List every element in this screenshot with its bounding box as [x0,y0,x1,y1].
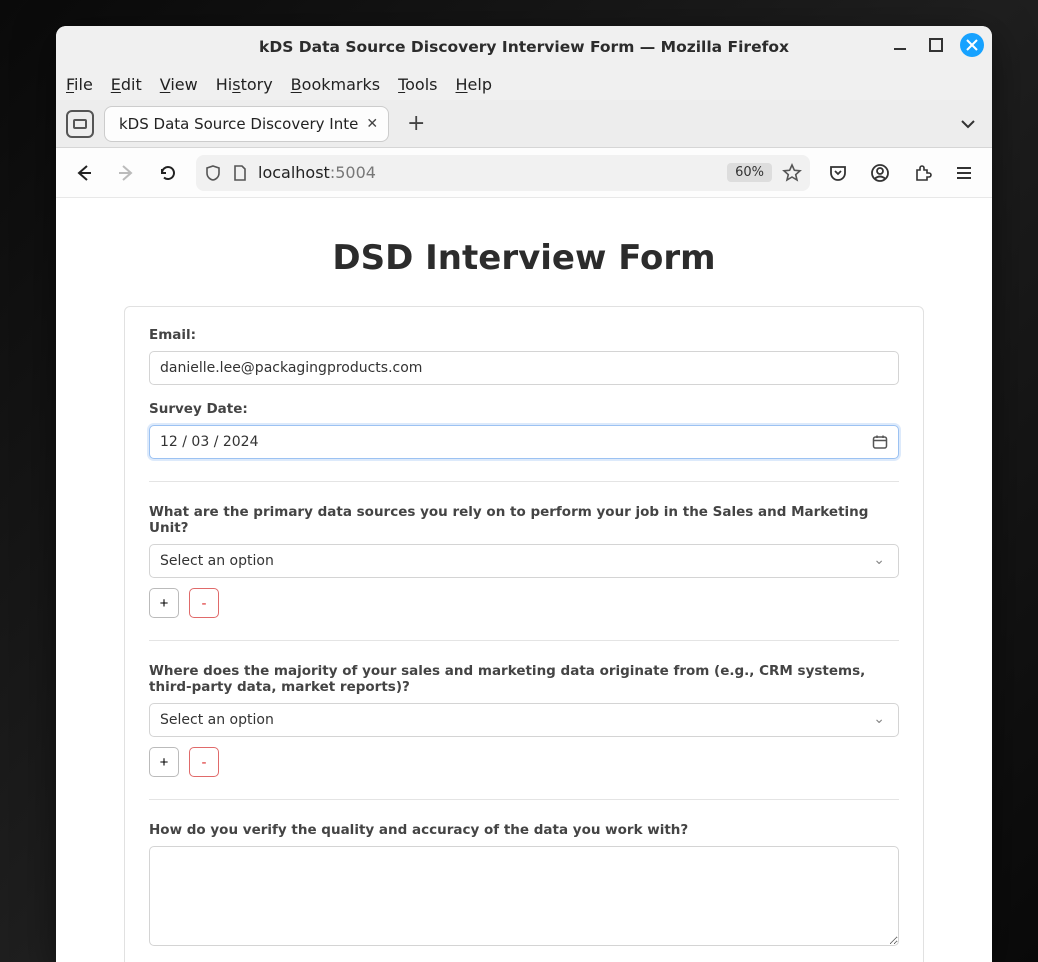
hamburger-icon [955,164,973,182]
divider [149,481,899,482]
tab-title: kDS Data Source Discovery Inte [119,115,358,133]
date-value: 12 / 03 / 2024 [160,434,259,450]
url-bar[interactable]: localhost:5004 60% [196,155,810,191]
field-email: Email: [149,327,899,385]
label-date: Survey Date: [149,401,899,417]
window-titlebar: kDS Data Source Discovery Interview Form… [56,26,992,68]
firefox-window: kDS Data Source Discovery Interview Form… [56,26,992,962]
window-maximize-button[interactable] [924,33,948,57]
new-tab-button[interactable]: + [399,111,433,136]
reload-icon [158,163,178,183]
nav-toolbar: localhost:5004 60% [56,148,992,198]
survey-date-input[interactable]: 12 / 03 / 2024 [149,425,899,459]
q1-pm-row: + - [149,588,899,618]
pocket-icon [828,163,848,183]
close-icon [966,39,978,51]
arrow-right-icon [116,163,136,183]
q2-add-button[interactable]: + [149,747,179,777]
maximize-icon [929,38,943,52]
q1-add-button[interactable]: + [149,588,179,618]
url-text: localhost:5004 [258,163,376,182]
q1-remove-button[interactable]: - [189,588,219,618]
field-date: Survey Date: 12 / 03 / 2024 [149,401,899,459]
form-card: Email: Survey Date: 12 / 03 / 2024 What … [124,306,924,962]
menu-file[interactable]: File [66,75,93,94]
field-q2: Where does the majority of your sales an… [149,663,899,777]
window-icon [73,119,87,129]
minimize-icon [892,37,908,53]
divider [149,640,899,641]
label-q3: How do you verify the quality and accura… [149,822,899,838]
url-host: localhost [258,163,330,182]
q3-textarea[interactable] [149,846,899,946]
q2-remove-button[interactable]: - [189,747,219,777]
calendar-icon [872,434,888,450]
recent-browsing-button[interactable] [66,110,94,138]
field-q1: What are the primary data sources you re… [149,504,899,618]
divider [149,799,899,800]
back-button[interactable] [70,159,98,187]
menu-view[interactable]: View [160,75,198,94]
shield-icon [204,164,222,182]
menu-tools[interactable]: Tools [398,75,437,94]
window-title: kDS Data Source Discovery Interview Form… [56,38,992,56]
menu-history[interactable]: History [216,75,273,94]
menu-help[interactable]: Help [456,75,492,94]
q2-select[interactable]: Select an option [149,703,899,737]
label-q1: What are the primary data sources you re… [149,504,899,536]
arrow-left-icon [74,163,94,183]
menu-bookmarks[interactable]: Bookmarks [291,75,380,94]
menubar: File Edit View History Bookmarks Tools H… [56,68,992,100]
account-icon [870,163,890,183]
page-viewport[interactable]: DSD Interview Form Email: Survey Date: 1… [56,198,992,962]
label-email: Email: [149,327,899,343]
label-q2: Where does the majority of your sales an… [149,663,899,695]
form-heading: DSD Interview Form [124,238,924,278]
zoom-level-badge[interactable]: 60% [727,163,772,182]
email-input[interactable] [149,351,899,385]
window-minimize-button[interactable] [888,33,912,57]
tab-close-button[interactable]: ✕ [366,116,378,132]
tab-strip: kDS Data Source Discovery Inte ✕ + [56,100,992,148]
page-icon [232,164,248,182]
url-port: :5004 [330,163,376,182]
account-button[interactable] [866,159,894,187]
menu-edit[interactable]: Edit [111,75,142,94]
list-tabs-button[interactable] [960,116,982,132]
window-close-button[interactable] [960,33,984,57]
bookmark-star-icon[interactable] [782,163,802,183]
chevron-down-icon [960,116,976,132]
extensions-icon [912,163,932,183]
page-body: DSD Interview Form Email: Survey Date: 1… [114,198,934,962]
reload-button[interactable] [154,159,182,187]
app-menu-button[interactable] [950,159,978,187]
field-q3: How do you verify the quality and accura… [149,822,899,950]
pocket-button[interactable] [824,159,852,187]
window-controls [888,33,984,57]
q2-pm-row: + - [149,747,899,777]
browser-tab[interactable]: kDS Data Source Discovery Inte ✕ [104,106,389,142]
extensions-button[interactable] [908,159,936,187]
q1-select[interactable]: Select an option [149,544,899,578]
forward-button[interactable] [112,159,140,187]
